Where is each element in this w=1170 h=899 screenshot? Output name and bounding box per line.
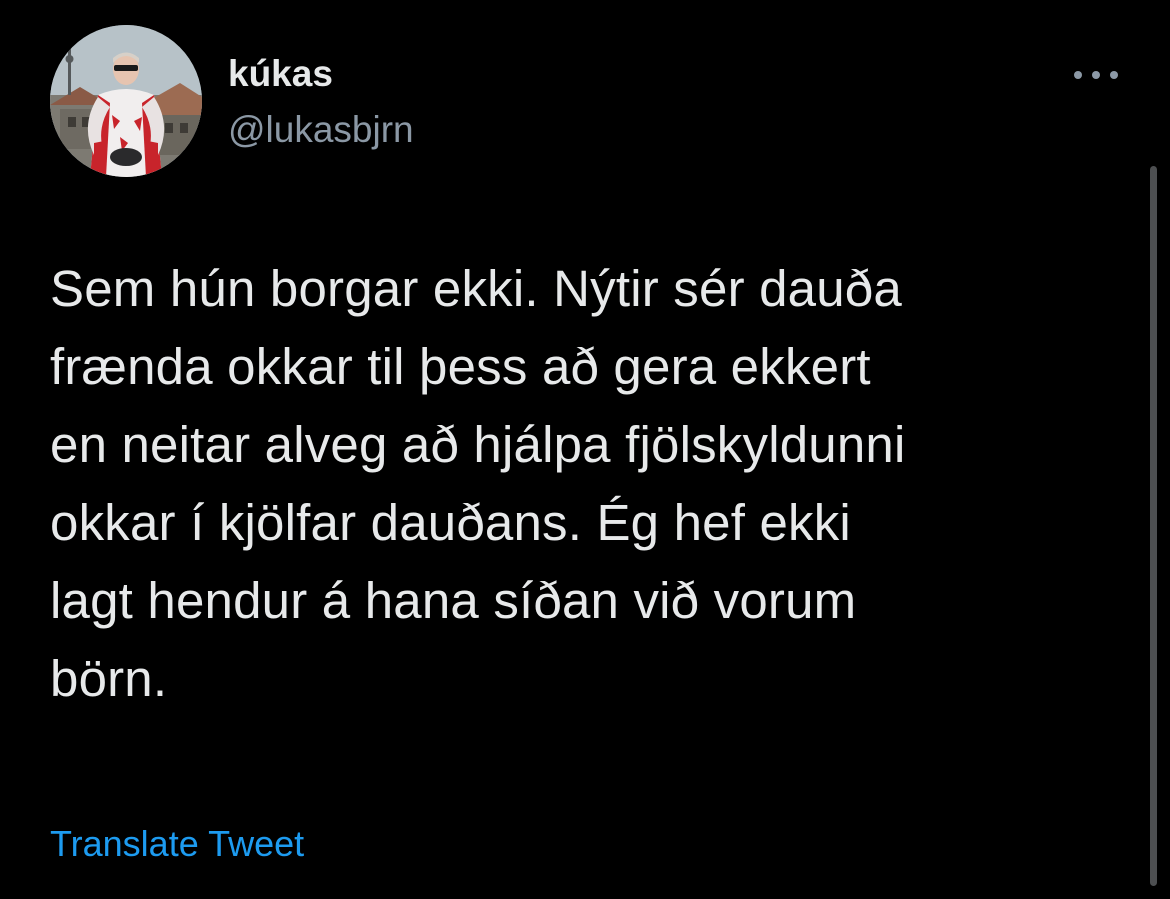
- tweet: kúkas @lukasbjrn Sem hún borgar ekki. Ný…: [0, 0, 1170, 899]
- author-handle[interactable]: @lukasbjrn: [228, 108, 414, 152]
- more-horizontal-icon: [1074, 71, 1118, 79]
- profile-photo-image: [50, 25, 202, 177]
- more-options-button[interactable]: [1068, 58, 1124, 92]
- translate-tweet-link[interactable]: Translate Tweet: [50, 822, 304, 866]
- scrollbar[interactable]: [1150, 166, 1157, 886]
- tweet-text: Sem hún borgar ekki. Nýtir sér dauða fræ…: [50, 260, 906, 707]
- author-avatar[interactable]: [50, 25, 202, 177]
- author-display-name[interactable]: kúkas: [228, 52, 333, 96]
